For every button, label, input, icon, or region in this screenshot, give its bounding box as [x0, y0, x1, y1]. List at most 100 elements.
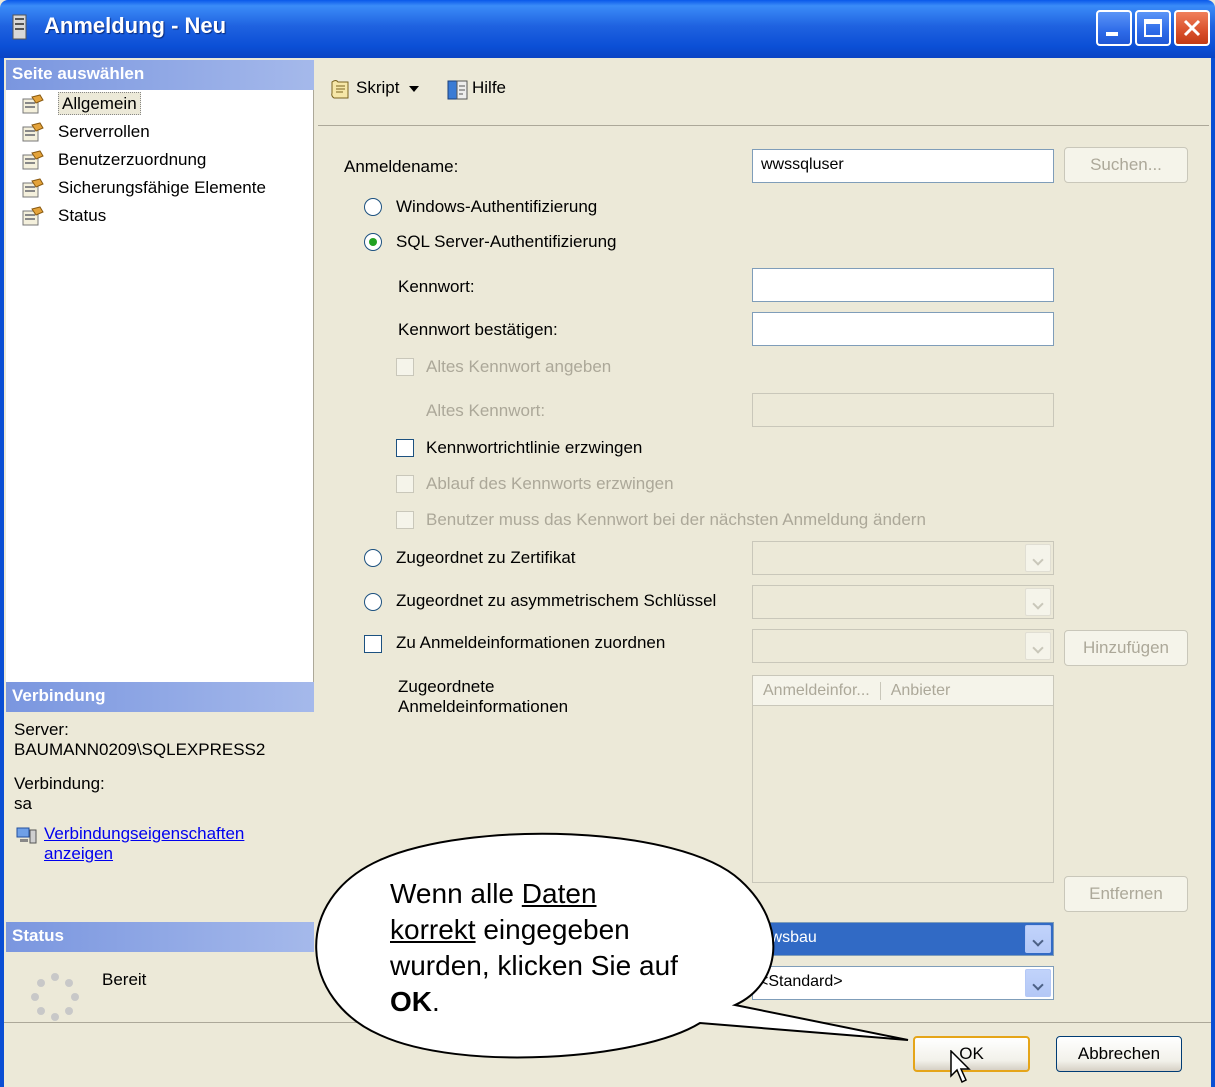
maximize-icon [1144, 19, 1162, 37]
windows-auth-label: Windows-Authentifizierung [396, 197, 598, 216]
connection-section: Verbindung Server: BAUMANN0209\SQLEXPRES… [6, 682, 314, 924]
specify-old-password-label: Altes Kennwort angeben [426, 357, 612, 376]
mapped-asym-key-radio[interactable] [364, 593, 382, 611]
app-icon [12, 14, 27, 40]
title-bar: Anmeldung - Neu [0, 0, 1215, 58]
connection-body: Server: BAUMANN0209\SQLEXPRESS2 Verbindu… [6, 712, 314, 924]
mapped-asym-key-label: Zugeordnet zu asymmetrischem Schlüssel [396, 591, 717, 610]
password-input[interactable] [752, 268, 1054, 302]
minimize-button[interactable] [1096, 10, 1132, 46]
page-icon [22, 150, 44, 170]
enforce-policy-label: Kennwortrichtlinie erzwingen [426, 438, 643, 457]
page-icon [22, 94, 44, 114]
close-button[interactable] [1174, 10, 1210, 46]
callout-bold-ok: OK [390, 986, 432, 1017]
connection-link-line1[interactable]: Verbindungseigenschaften [44, 824, 244, 843]
sql-auth-label: SQL Server-Authentifizierung [396, 232, 617, 251]
mapped-cert-label: Zugeordnet zu Zertifikat [396, 548, 576, 567]
password-label: Kennwort: [398, 277, 475, 296]
server-label: Server: [14, 720, 69, 739]
chevron-down-icon[interactable] [1025, 544, 1051, 572]
connection-properties-link[interactable]: Verbindungseigenschaften anzeigen [14, 824, 306, 864]
map-credential-label: Zu Anmeldeinformationen zuordnen [396, 633, 666, 652]
mapped-cert-radio[interactable] [364, 549, 382, 567]
connection-value: sa [14, 794, 32, 813]
default-language-select[interactable]: <Standard> [752, 966, 1054, 1000]
chevron-down-icon[interactable] [409, 85, 420, 92]
map-credential-checkbox[interactable] [364, 635, 382, 653]
minimize-icon [1106, 32, 1118, 36]
add-button[interactable]: Hinzufügen [1064, 630, 1188, 666]
callout-underline-data: Daten [521, 878, 597, 909]
server-value: BAUMANN0209\SQLEXPRESS2 [14, 740, 266, 759]
default-language-value: <Standard> [759, 973, 843, 990]
specify-old-password-checkbox[interactable] [396, 358, 414, 376]
login-name-input[interactable]: wwssqluser [752, 149, 1054, 183]
enforce-expiration-label: Ablauf des Kennworts erzwingen [426, 474, 674, 493]
mapped-credentials-label-line1: Zugeordnete [398, 677, 495, 696]
window-title: Anmeldung - Neu [44, 13, 227, 38]
script-icon [331, 80, 349, 99]
default-database-value: wwsbau [759, 929, 817, 946]
chevron-down-icon[interactable] [1025, 925, 1051, 953]
page-icon [22, 206, 44, 226]
confirm-password-label: Kennwort bestätigen: [398, 320, 558, 339]
confirm-password-input[interactable] [752, 312, 1054, 346]
list-column-credential[interactable]: Anmeldeinfor... [763, 682, 870, 699]
credential-select[interactable] [752, 629, 1054, 663]
status-section: Status Bereit [6, 922, 314, 1022]
mapped-credentials-list[interactable]: Anmeldeinfor... Anbieter [752, 675, 1054, 883]
page-item-label: Benutzerzuordnung [58, 150, 207, 169]
windows-auth-radio[interactable] [364, 198, 382, 216]
select-page-header: Seite auswählen [6, 60, 314, 90]
list-header: Anmeldeinfor... Anbieter [753, 676, 1053, 706]
maximize-button[interactable] [1135, 10, 1171, 46]
remove-button[interactable]: Entfernen [1064, 876, 1188, 912]
page-icon [22, 122, 44, 142]
connection-header: Verbindung [6, 682, 314, 712]
enforce-policy-checkbox[interactable] [396, 439, 414, 457]
page-item-label: Status [58, 206, 107, 225]
chevron-down-icon[interactable] [1025, 632, 1051, 660]
script-button[interactable]: Skript [328, 78, 420, 99]
old-password-label: Altes Kennwort: [426, 401, 546, 420]
status-header: Status [6, 922, 314, 952]
default-database-select[interactable]: wwsbau [752, 922, 1054, 956]
page-item-label: Sicherungsfähige Elemente [58, 178, 266, 197]
enforce-expiration-checkbox[interactable] [396, 475, 414, 493]
page-item-user-mapping[interactable]: Benutzerzuordnung [6, 146, 314, 174]
chevron-down-icon[interactable] [1025, 588, 1051, 616]
must-change-label: Benutzer muss das Kennwort bei der nächs… [426, 510, 926, 529]
page-item-label: Serverrollen [58, 122, 150, 141]
status-body: Bereit [6, 952, 314, 1022]
must-change-checkbox[interactable] [396, 511, 414, 529]
login-name-label: Anmeldename: [344, 157, 459, 176]
connection-properties-icon [16, 827, 37, 844]
toolbar: Skript Hilfe [318, 60, 1209, 126]
page-item-securables[interactable]: Sicherungsfähige Elemente [6, 174, 314, 202]
page-list: Allgemein Serverrollen Benutzerzuordnung… [6, 90, 314, 230]
page-item-general[interactable]: Allgemein [6, 90, 314, 118]
left-pane: Seite auswählen Allgemein Serverrollen B… [6, 60, 314, 1022]
page-item-server-roles[interactable]: Serverrollen [6, 118, 314, 146]
list-column-provider[interactable]: Anbieter [891, 682, 951, 699]
callout-text: Wenn alle Daten korrekt eingegeben wurden… [390, 876, 690, 1020]
page-item-status[interactable]: Status [6, 202, 314, 230]
progress-spinner-icon [31, 973, 79, 1021]
search-button[interactable]: Suchen... [1064, 147, 1188, 183]
mouse-cursor-icon [950, 1050, 971, 1084]
certificate-select[interactable] [752, 541, 1054, 575]
chevron-down-icon[interactable] [1025, 969, 1051, 997]
cancel-button[interactable]: Abbrechen [1056, 1036, 1182, 1072]
callout-part3: . [432, 986, 440, 1017]
connection-link-line2[interactable]: anzeigen [44, 844, 113, 863]
asym-key-select[interactable] [752, 585, 1054, 619]
script-label: Skript [356, 78, 400, 97]
page-item-label: Allgemein [58, 92, 141, 115]
callout-underline-correct: korrekt [390, 914, 476, 945]
old-password-input[interactable] [752, 393, 1054, 427]
help-button[interactable]: Hilfe [446, 78, 506, 100]
sql-auth-radio[interactable] [364, 233, 382, 251]
help-icon [447, 80, 468, 100]
connection-label: Verbindung: [14, 774, 105, 793]
